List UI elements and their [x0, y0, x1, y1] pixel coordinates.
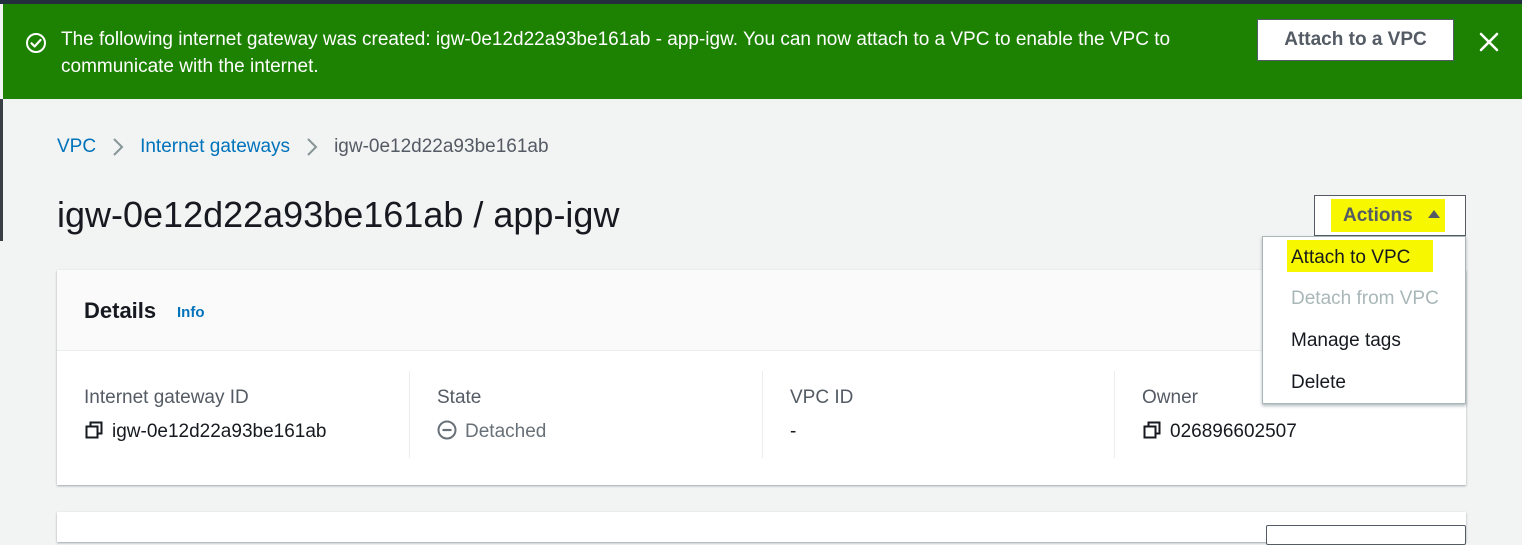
breadcrumb-vpc-link[interactable]: VPC	[57, 136, 96, 157]
success-check-icon	[26, 33, 46, 53]
info-link[interactable]: Info	[177, 304, 205, 322]
internet-gateway-id-value: igw-0e12d22a93be161ab	[112, 421, 327, 442]
details-panel-header: Details Info	[57, 270, 1466, 351]
menu-item-manage-tags[interactable]: Manage tags	[1291, 329, 1401, 353]
owner-value: 026896602507	[1170, 421, 1297, 442]
menu-item-attach-to-vpc[interactable]: Attach to VPC	[1291, 246, 1410, 270]
field-label: State	[437, 387, 482, 408]
chevron-right-icon	[113, 138, 124, 156]
details-panel: Details Info Internet gateway ID igw-0e1…	[57, 270, 1466, 485]
vpc-id-value: -	[790, 421, 797, 442]
caret-up-icon	[1428, 210, 1440, 218]
chevron-right-icon	[307, 138, 318, 156]
field-vpc-id: VPC ID -	[762, 371, 1120, 458]
tags-panel-partial	[57, 512, 1466, 542]
field-value: Detached	[437, 420, 546, 444]
detached-status-icon	[437, 420, 457, 440]
copy-icon[interactable]	[84, 420, 104, 440]
copy-icon[interactable]	[1142, 420, 1162, 440]
left-edge-divider	[0, 99, 3, 241]
field-label: Internet gateway ID	[84, 387, 249, 408]
panel-button-partial[interactable]	[1266, 525, 1466, 545]
field-internet-gateway-id: Internet gateway ID igw-0e12d22a93be161a…	[84, 371, 414, 458]
field-label: VPC ID	[790, 387, 854, 408]
field-label: Owner	[1142, 387, 1198, 408]
details-title: Details	[84, 298, 157, 323]
breadcrumb: VPC Internet gateways igw-0e12d22a93be161a…	[57, 135, 549, 159]
actions-dropdown-button[interactable]: Actions	[1314, 195, 1466, 236]
attach-to-vpc-button[interactable]: Attach to a VPC	[1257, 19, 1454, 61]
menu-item-delete[interactable]: Delete	[1291, 371, 1346, 395]
field-value: 026896602507	[1142, 420, 1297, 444]
close-icon[interactable]	[1477, 30, 1501, 54]
field-state: State Detached	[409, 371, 767, 458]
page-title: igw-0e12d22a93be161ab / app-igw	[57, 194, 620, 235]
actions-dropdown-menu: Attach to VPC Detach from VPC Manage tag…	[1262, 236, 1466, 404]
breadcrumb-current: igw-0e12d22a93be161ab	[334, 136, 549, 157]
field-value: igw-0e12d22a93be161ab	[84, 420, 326, 444]
menu-item-detach-from-vpc: Detach from VPC	[1291, 288, 1439, 309]
flash-message: The following internet gateway was creat…	[61, 29, 1171, 77]
actions-label: Actions	[1343, 205, 1413, 226]
breadcrumb-internet-gateways-link[interactable]: Internet gateways	[140, 136, 290, 157]
success-flash-banner: The following internet gateway was creat…	[3, 4, 1522, 99]
state-value: Detached	[465, 421, 547, 442]
